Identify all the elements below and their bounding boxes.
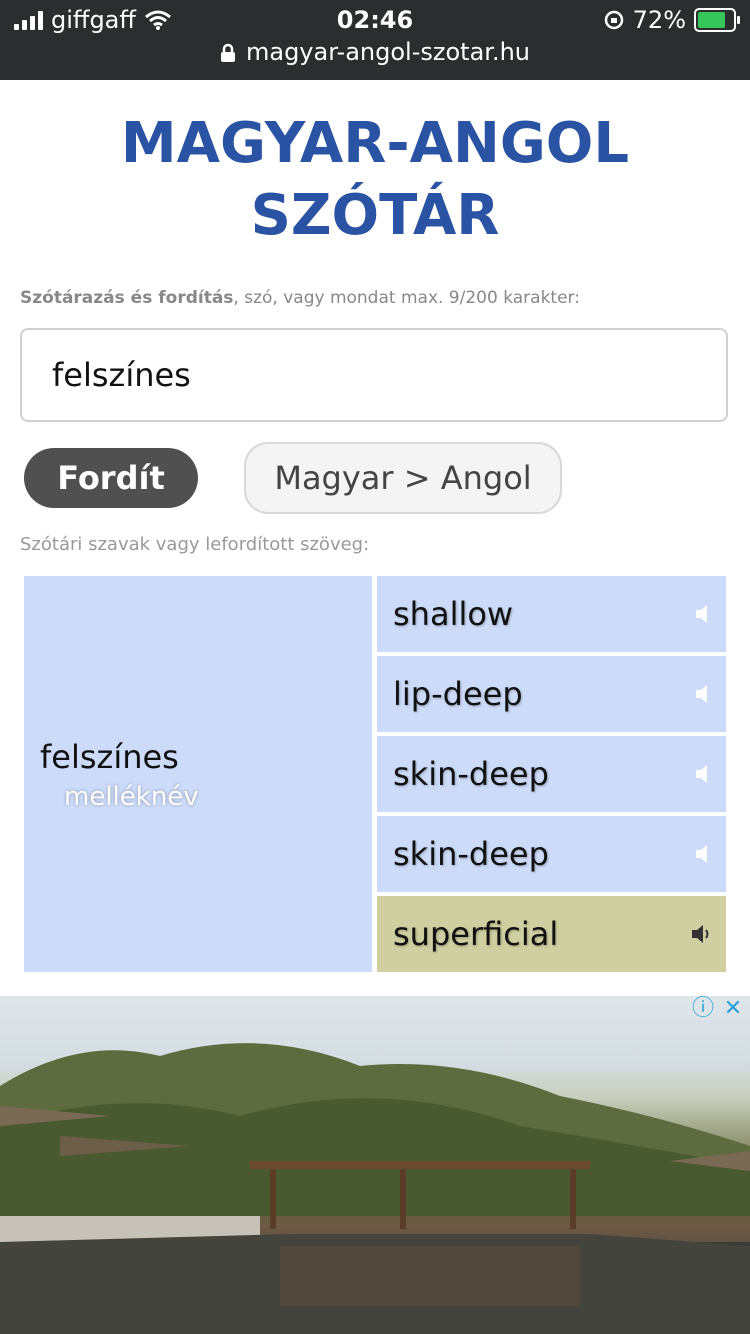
url-text: magyar-angol-szotar.hu: [245, 38, 530, 66]
battery-icon: [694, 8, 740, 32]
title-line-2: SZÓTÁR: [250, 183, 500, 248]
source-word-cell: felszínes melléknév: [24, 576, 372, 972]
translate-button[interactable]: Fordít: [24, 448, 198, 508]
language-direction-button[interactable]: Magyar > Angol: [244, 442, 562, 514]
translation-item[interactable]: lip-deep: [377, 656, 726, 732]
status-bar: giffgaff 02:46 72% magyar-angol-szotar.h…: [0, 0, 750, 80]
speaker-icon[interactable]: [694, 843, 714, 865]
battery-percent: 72%: [632, 6, 686, 34]
info-icon[interactable]: ⓘ: [692, 998, 714, 1020]
source-word: felszínes: [40, 738, 179, 776]
translation-item-highlighted[interactable]: superficial: [377, 896, 726, 972]
ad-controls: ⓘ ✕: [692, 998, 744, 1020]
translation-text: lip-deep: [393, 675, 523, 713]
results-hint: Szótári szavak vagy lefordított szöveg:: [20, 534, 370, 555]
translation-item[interactable]: skin-deep: [377, 816, 726, 892]
translation-text: skin-deep: [393, 755, 549, 793]
translation-text: shallow: [393, 595, 514, 633]
speaker-icon[interactable]: [694, 763, 714, 785]
search-hint: Szótárazás és fordítás, szó, vagy mondat…: [20, 288, 730, 308]
speaker-icon[interactable]: [694, 683, 714, 705]
ad-image: [0, 1043, 750, 1334]
right-status: 72%: [603, 6, 740, 34]
search-hint-rest: , szó, vagy mondat max. 9/200 karakter:: [233, 288, 580, 308]
translation-list: shallow lip-deep skin-deep skin-deep sup…: [377, 576, 726, 976]
translation-item[interactable]: shallow: [377, 576, 726, 652]
url-bar[interactable]: magyar-angol-szotar.hu: [0, 38, 750, 66]
translation-text: superficial: [393, 915, 559, 953]
page-title: MAGYAR-ANGOL SZÓTÁR: [0, 108, 750, 252]
part-of-speech: melléknév: [64, 782, 199, 812]
advertisement-banner[interactable]: ⓘ ✕: [0, 996, 750, 1334]
translation-text: skin-deep: [393, 835, 549, 873]
search-input-value: felszínes: [52, 356, 191, 394]
search-hint-bold: Szótárazás és fordítás: [20, 288, 234, 308]
speaker-icon[interactable]: [694, 603, 714, 625]
close-icon[interactable]: ✕: [722, 998, 744, 1020]
search-input[interactable]: felszínes: [20, 328, 728, 422]
rotation-lock-icon: [604, 10, 623, 30]
lock-icon: [220, 43, 235, 62]
translation-item[interactable]: skin-deep: [377, 736, 726, 812]
title-line-1: MAGYAR-ANGOL: [120, 111, 630, 176]
speaker-active-icon[interactable]: [690, 923, 714, 945]
